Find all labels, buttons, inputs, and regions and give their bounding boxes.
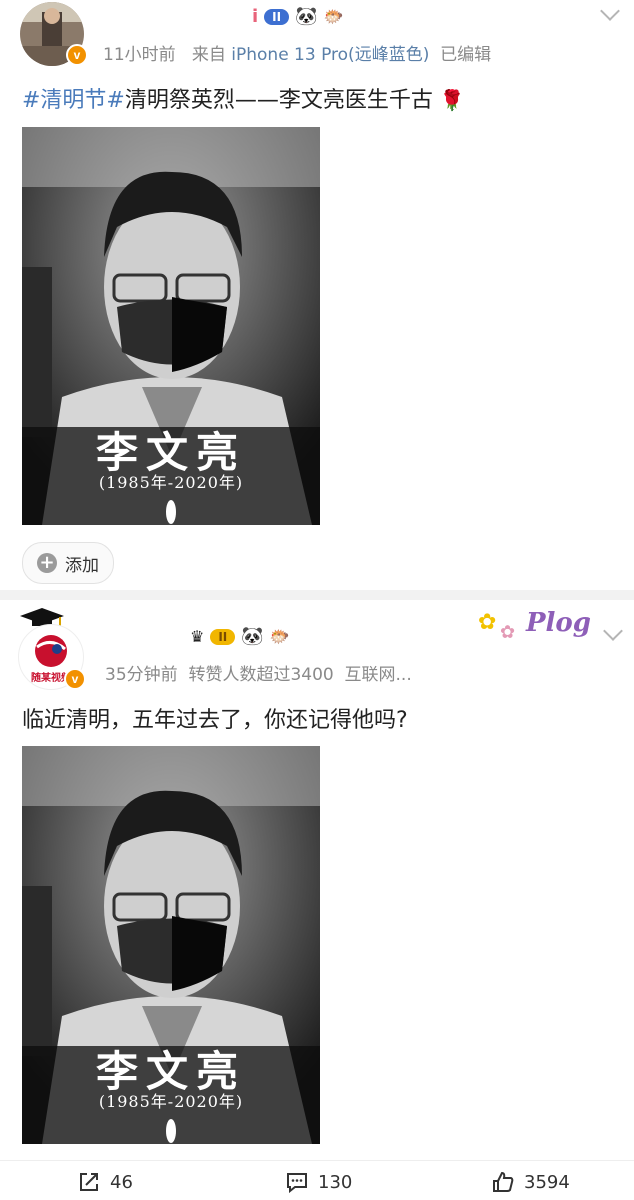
plus-icon: + [37, 553, 57, 573]
image-caption-years: (1985年-2020年) [98, 473, 244, 492]
repost-button[interactable]: 46 [78, 1171, 133, 1193]
username-fragment[interactable]: i [252, 6, 258, 27]
verified-badge: v [64, 668, 86, 690]
level-badge: II [264, 8, 290, 25]
post-image[interactable]: 李文亮 (1985年-2020年) [22, 746, 320, 1144]
post-text: #清明节#清明祭英烈——李文亮医生千古 🌹 [22, 82, 465, 114]
sticker-label: Plog [526, 608, 591, 638]
post-divider [0, 590, 634, 600]
like-count: 3594 [524, 1171, 570, 1193]
add-label: 添加 [65, 555, 99, 576]
chevron-down-icon[interactable] [600, 1, 620, 21]
chevron-down-icon[interactable] [603, 621, 623, 641]
comment-button[interactable]: 130 [286, 1171, 352, 1193]
post-body: 临近清明，五年过去了，你还记得他吗? [22, 708, 408, 733]
flower-icon: ✿ [478, 610, 497, 635]
fish-icon: 🐡 [269, 627, 290, 646]
post-time: 35分钟前 [105, 665, 178, 685]
comment-icon [287, 1173, 307, 1193]
rose-icon: 🌹 [439, 88, 465, 112]
repost-count: 46 [110, 1171, 133, 1193]
comment-count: 130 [318, 1171, 353, 1193]
device-source[interactable]: iPhone 13 Pro(远峰蓝色) [231, 45, 429, 65]
post-image[interactable]: 李文亮 (1985年-2020年) [22, 127, 320, 525]
crown-icon: ♛ [190, 627, 205, 646]
plog-sticker[interactable]: ✿ ✿ Plog [478, 604, 598, 650]
add-button[interactable]: + 添加 [22, 542, 114, 584]
post-time: 11小时前 [103, 45, 176, 65]
edited-label[interactable]: 已编辑 [440, 45, 491, 65]
name-badges: ♛ II 🐼 🐡 [190, 626, 290, 647]
post-card-1: v i II 🐼 🐡 11小时前 来自 iPhone 13 Pro(远峰蓝色) … [0, 0, 634, 590]
avatar[interactable]: 随某视频 v [18, 608, 86, 690]
post-card-2: 随某视频 v ♛ II 🐼 🐡 ✿ ✿ Plog 35分钟前 转赞人数超过340… [0, 600, 634, 1199]
action-bar: 46 130 3594 [0, 1160, 634, 1200]
from-label: 来自 [191, 45, 226, 65]
repost-info: 转赞人数超过3400 [188, 665, 334, 685]
post-meta: 11小时前 来自 iPhone 13 Pro(远峰蓝色) 已编辑 [103, 40, 491, 65]
panda-icon: 🐼 [241, 626, 264, 647]
image-caption-years: (1985年-2020年) [98, 1092, 244, 1111]
level-badge: II [210, 628, 236, 645]
flower-icon: ✿ [500, 622, 516, 643]
repost-icon [80, 1173, 98, 1191]
verified-badge: v [66, 44, 88, 66]
fish-icon: 🐡 [323, 7, 344, 26]
source-label[interactable]: 互联网... [345, 665, 412, 685]
post-body: 清明祭英烈——李文亮医生千古 [124, 88, 433, 113]
avatar[interactable]: v [20, 2, 88, 66]
panda-icon: 🐼 [295, 6, 318, 27]
hashtag-link[interactable]: #清明节# [22, 88, 125, 113]
name-badges: i II 🐼 🐡 [252, 6, 343, 27]
thumbs-up-icon [493, 1171, 514, 1192]
like-button[interactable]: 3594 [492, 1171, 570, 1193]
post-text: 临近清明，五年过去了，你还记得他吗? [22, 702, 408, 734]
post-meta: 35分钟前 转赞人数超过3400 互联网... [105, 660, 412, 685]
